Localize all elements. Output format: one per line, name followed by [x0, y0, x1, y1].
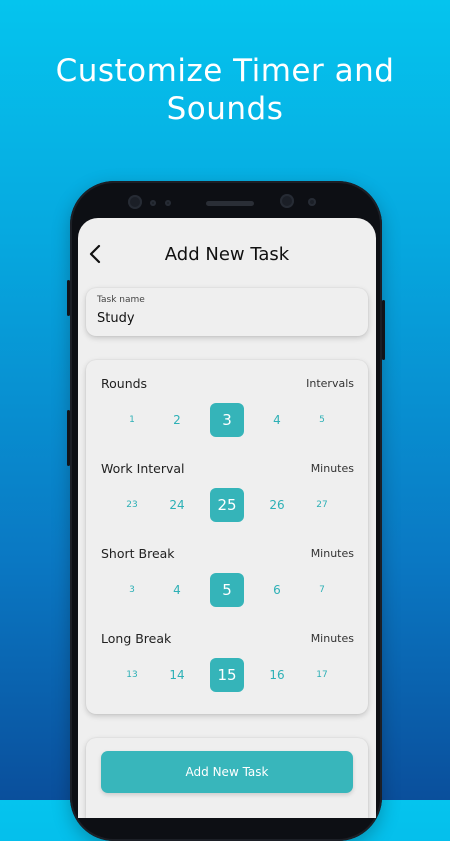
iris-scanner-icon: [280, 194, 294, 208]
rounds-selected-value[interactable]: 3: [210, 403, 244, 437]
task-name-label: Task name: [97, 295, 145, 305]
bixby-button: [67, 410, 70, 466]
timer-settings-card: Rounds Intervals 1 2 3 4 5 Work Interval Minutes…: [86, 360, 368, 714]
rounds-picker[interactable]: 1 2 3 4 5: [86, 403, 368, 439]
rounds-option[interactable]: 4: [273, 413, 281, 427]
promo-headline-line-1: Customize Timer and: [55, 53, 395, 89]
short-break-option[interactable]: 4: [173, 583, 181, 597]
add-task-footer: Add New Task: [86, 738, 368, 818]
long-break-option[interactable]: 16: [269, 668, 284, 682]
rounds-option[interactable]: 2: [173, 413, 181, 427]
work-interval-picker[interactable]: 23 24 25 26 27: [86, 488, 368, 524]
work-interval-option[interactable]: 27: [316, 500, 327, 510]
app-screen: Add New Task Task name Study Rounds Inter…: [78, 218, 376, 818]
work-interval-unit: Minutes: [310, 462, 354, 475]
short-break-selected-value[interactable]: 5: [210, 573, 244, 607]
earpiece-speaker: [206, 201, 254, 206]
promo-headline: Customize Timer and Sounds: [0, 52, 450, 128]
work-interval-option[interactable]: 23: [126, 500, 137, 510]
short-break-option[interactable]: 7: [319, 585, 325, 595]
long-break-option[interactable]: 13: [126, 670, 137, 680]
long-break-label: Long Break: [101, 631, 172, 646]
rounds-label: Rounds: [101, 376, 148, 391]
long-break-option[interactable]: 14: [169, 668, 184, 682]
task-name-input[interactable]: Study: [97, 311, 135, 326]
volume-button: [67, 280, 70, 316]
work-interval-option[interactable]: 24: [169, 498, 184, 512]
short-break-option[interactable]: 3: [129, 585, 135, 595]
proximity-sensor-icon: [308, 198, 316, 206]
rounds-option[interactable]: 5: [319, 415, 325, 425]
page-title: Add New Task: [164, 244, 290, 265]
front-camera-icon: [128, 195, 142, 209]
short-break-label: Short Break: [101, 546, 175, 561]
short-break-picker[interactable]: 3 4 5 6 7: [86, 573, 368, 609]
add-new-task-button[interactable]: Add New Task: [101, 751, 353, 793]
work-interval-option[interactable]: 26: [269, 498, 284, 512]
work-interval-label: Work Interval: [101, 461, 185, 476]
power-button: [382, 300, 385, 360]
rounds-unit: Intervals: [306, 377, 354, 390]
task-name-field[interactable]: Task name Study: [86, 288, 368, 336]
long-break-option[interactable]: 17: [316, 670, 327, 680]
rounds-option[interactable]: 1: [129, 415, 135, 425]
promo-headline-line-2: Sounds: [166, 91, 284, 127]
sensor-icon: [150, 200, 156, 206]
work-interval-selected-value[interactable]: 25: [210, 488, 244, 522]
long-break-unit: Minutes: [310, 632, 354, 645]
long-break-picker[interactable]: 13 14 15 16 17: [86, 658, 368, 694]
top-app-bar: Add New Task: [78, 218, 376, 286]
sensor-icon: [165, 200, 171, 206]
short-break-unit: Minutes: [310, 547, 354, 560]
long-break-selected-value[interactable]: 15: [210, 658, 244, 692]
short-break-option[interactable]: 6: [273, 583, 281, 597]
